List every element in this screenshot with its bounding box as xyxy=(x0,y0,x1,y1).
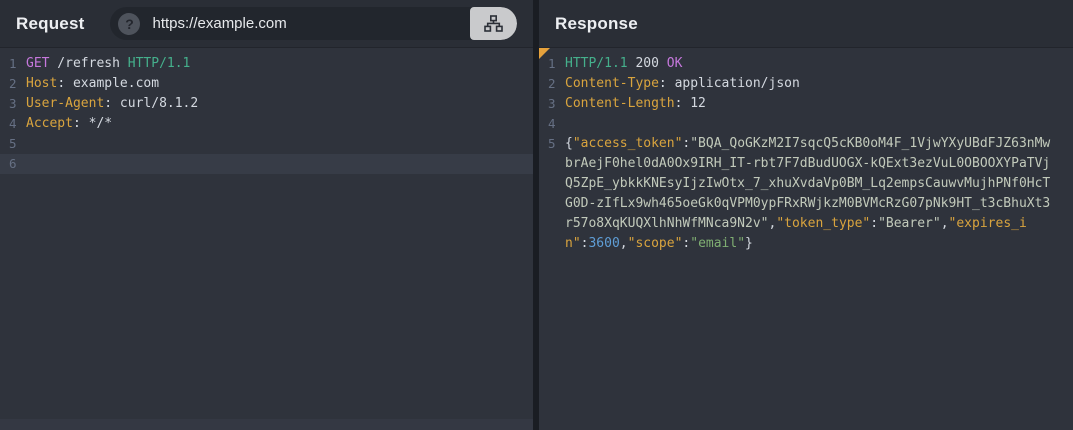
request-editor[interactable]: 1 GET /refresh HTTP/1.1 2 Host: example.… xyxy=(0,48,533,419)
line-number: 2 xyxy=(548,76,556,91)
code-token: , xyxy=(940,216,949,231)
code-content: Host: example.com xyxy=(26,74,159,94)
code-token: "email" xyxy=(690,236,746,251)
code-token: : curl/8.1.2 xyxy=(104,96,199,111)
line-number: 5 xyxy=(9,136,17,151)
request-panel-header: Request ? xyxy=(0,0,533,48)
code-content: {"access_token":"BQA_QoGKzM2I7sqcQ5cKB0o… xyxy=(565,134,1050,254)
code-token: "scope" xyxy=(627,236,683,251)
code-content: User-Agent: curl/8.1.2 xyxy=(26,94,198,114)
code-token: , xyxy=(619,236,628,251)
line-number: 3 xyxy=(9,96,17,111)
code-token: : 12 xyxy=(674,96,706,111)
response-line-2: 2 Content-Type: application/json xyxy=(539,74,1073,94)
request-line-2: 2 Host: example.com xyxy=(0,74,533,94)
response-line-5: 5 {"access_token":"BQA_QoGKzM2I7sqcQ5cKB… xyxy=(539,134,1073,254)
code-token: HTTP/1.1 xyxy=(127,56,191,71)
code-token: { xyxy=(565,136,573,151)
response-title: Response xyxy=(555,13,638,33)
url-bar: ? xyxy=(110,7,517,40)
code-content: HTTP/1.1 200 OK xyxy=(565,54,682,74)
line-number: 3 xyxy=(548,96,556,111)
send-button[interactable] xyxy=(470,7,517,40)
line-number: 4 xyxy=(9,116,17,131)
line-number: 4 xyxy=(548,116,556,131)
code-token: : example.com xyxy=(57,76,160,91)
code-token: OK xyxy=(666,56,683,71)
http-client-app: Request ? https://example.com 1 GET /ref… xyxy=(0,0,1073,430)
request-line-6-active: 6 xyxy=(0,154,533,174)
code-token: Accept xyxy=(26,116,73,131)
code-token: 3600 xyxy=(588,236,620,251)
request-line-3: 3 User-Agent: curl/8.1.2 xyxy=(0,94,533,114)
code-token: Host xyxy=(26,76,58,91)
code-token: } xyxy=(745,236,753,251)
code-content: Content-Type: application/json xyxy=(565,74,800,94)
response-line-4: 4 xyxy=(539,114,1073,134)
code-token: /refresh xyxy=(49,56,128,71)
line-number: 6 xyxy=(9,156,17,171)
request-title: Request xyxy=(16,13,85,33)
code-token: Content-Type xyxy=(565,76,659,91)
response-line-3: 3 Content-Length: 12 xyxy=(539,94,1073,114)
response-panel-header: Response xyxy=(539,0,1073,48)
code-token: "token_type" xyxy=(776,216,871,231)
response-editor[interactable]: 1 HTTP/1.1 200 OK 2 Content-Type: applic… xyxy=(539,48,1073,430)
request-panel: Request ? https://example.com 1 GET /ref… xyxy=(0,0,533,430)
code-token: Content-Length xyxy=(565,96,675,111)
sitemap-icon xyxy=(484,15,503,32)
code-content: GET /refresh HTTP/1.1 xyxy=(26,54,190,74)
question-mark-icon[interactable]: ? xyxy=(118,12,141,35)
line-number: 5 xyxy=(548,136,556,151)
code-token: GET xyxy=(26,56,50,71)
request-line-4: 4 Accept: */* xyxy=(0,114,533,134)
code-content: Accept: */* xyxy=(26,114,112,134)
line-number: 1 xyxy=(9,56,17,71)
request-line-1: 1 GET /refresh HTTP/1.1 xyxy=(0,54,533,74)
horizontal-scrollbar[interactable] xyxy=(0,419,533,430)
code-token: User-Agent xyxy=(26,96,105,111)
code-token: : */* xyxy=(72,116,113,131)
code-token: "access_token" xyxy=(572,136,683,151)
response-panel: Response 1 HTTP/1.1 200 OK 2 Content-Typ… xyxy=(539,0,1073,430)
code-content: Content-Length: 12 xyxy=(565,94,706,114)
code-token: 200 xyxy=(627,56,667,71)
corner-marker-icon xyxy=(539,48,550,59)
url-input[interactable] xyxy=(140,7,470,40)
code-token: HTTP/1.1 xyxy=(565,56,628,71)
line-number: 2 xyxy=(9,76,17,91)
code-token: : application/json xyxy=(658,76,800,91)
code-token: : xyxy=(870,216,879,231)
response-line-1: 1 HTTP/1.1 200 OK xyxy=(539,54,1073,74)
code-token: "Bearer" xyxy=(878,216,941,231)
request-line-5: 5 xyxy=(0,134,533,154)
